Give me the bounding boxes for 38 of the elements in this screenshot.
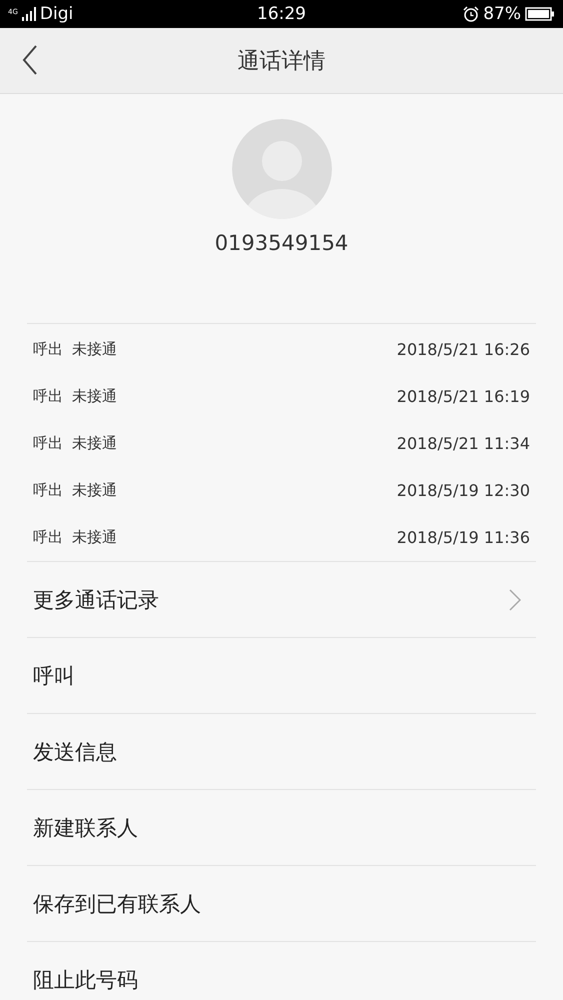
avatar-icon [232,119,332,219]
battery-icon [525,6,555,22]
clock-time: 16:29 [257,4,306,24]
call-status: 未接通 [72,340,117,359]
call-time: 2018/5/21 11:34 [396,434,530,453]
call-direction: 呼出 [33,481,63,500]
action-item[interactable]: 新建联系人 [27,790,536,866]
call-direction: 呼出 [33,387,63,406]
page-title: 通话详情 [238,48,326,76]
call-time: 2018/5/19 11:36 [396,528,530,547]
battery-percent: 87% [483,4,521,24]
action-label: 呼叫 [33,662,75,690]
action-item[interactable]: 呼叫 [27,638,536,714]
carrier-name: Digi [40,4,74,24]
action-label: 发送信息 [33,738,117,766]
phone-number: 0193549154 [214,231,348,255]
call-status: 未接通 [72,528,117,547]
action-label: 更多通话记录 [33,586,159,614]
signal-icon [22,7,36,21]
call-time: 2018/5/21 16:26 [396,340,530,359]
call-time: 2018/5/19 12:30 [396,481,530,500]
action-item[interactable]: 保存到已有联系人 [27,866,536,942]
back-icon [22,45,38,75]
call-status: 未接通 [72,481,117,500]
action-item[interactable]: 阻止此号码 [27,942,536,1000]
call-direction: 呼出 [33,528,63,547]
action-label: 新建联系人 [33,814,138,842]
call-direction: 呼出 [33,434,63,453]
action-label: 阻止此号码 [33,966,138,994]
call-status: 未接通 [72,434,117,453]
call-status: 未接通 [72,387,117,406]
back-button[interactable] [22,45,38,75]
action-label: 保存到已有联系人 [33,890,201,918]
call-time: 2018/5/21 16:19 [396,387,530,406]
call-direction: 呼出 [33,340,63,359]
action-item[interactable]: 更多通话记录 [27,562,536,638]
alarm-icon [463,6,480,22]
action-item[interactable]: 发送信息 [27,714,536,790]
